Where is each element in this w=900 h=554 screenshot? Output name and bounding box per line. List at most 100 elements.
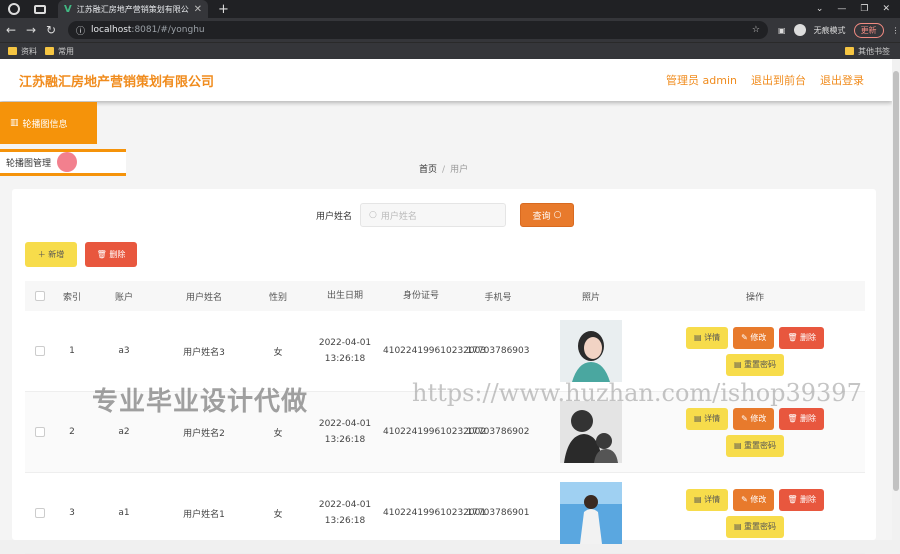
- edit-button[interactable]: ✎ 修改: [733, 326, 775, 349]
- cell-gender: 女: [273, 428, 283, 439]
- address-bar-row: ← → ↻ ⓘ localhost:8081/#/yonghu ☆ ▣ 无痕模式…: [0, 18, 900, 42]
- reset-password-button[interactable]: ▤ 重置密码: [725, 434, 785, 457]
- row-checkbox[interactable]: [35, 427, 45, 437]
- watermark-left: 专业毕业设计代做: [92, 387, 309, 417]
- back-icon[interactable]: ←: [2, 23, 20, 37]
- globe-icon[interactable]: [8, 3, 20, 15]
- close-window-icon[interactable]: ✕: [882, 4, 890, 14]
- search-input[interactable]: ○ 用户姓名: [360, 203, 507, 227]
- trash-icon: 🗑: [96, 250, 107, 259]
- grid-icon: ▥: [10, 118, 19, 128]
- watermark-right: https://www.huzhan.com/ishop39397: [412, 379, 862, 407]
- reset-password-button[interactable]: ▤ 重置密码: [725, 515, 785, 538]
- user-photo: [560, 482, 622, 544]
- cell-phone: 17703786901: [466, 508, 530, 518]
- reset-password-button[interactable]: ▤ 重置密码: [725, 353, 785, 376]
- cell-birth: 2022-04-01 13:26:18: [318, 500, 372, 526]
- query-button[interactable]: 查询 ○: [520, 203, 575, 227]
- col-phone: 手机号: [484, 292, 512, 303]
- url-bar[interactable]: ⓘ localhost:8081/#/yonghu ☆: [68, 21, 768, 39]
- bookmark-folder[interactable]: 常用: [45, 46, 74, 57]
- info-icon[interactable]: ⓘ: [76, 24, 85, 37]
- cell-account: a1: [118, 508, 130, 518]
- edit-button[interactable]: ✎ 修改: [733, 488, 775, 511]
- cell-index: 3: [69, 508, 75, 518]
- brand-title: 江苏融汇房地产营销策划有限公司: [19, 74, 215, 90]
- select-all-checkbox[interactable]: [35, 291, 45, 301]
- cell-id: 410224199610232003: [383, 346, 487, 356]
- cell-name: 用户姓名3: [183, 347, 225, 358]
- browser-tab[interactable]: V 江苏融汇房地产营销策划有限公司 ✕: [58, 0, 208, 18]
- cell-name: 用户姓名1: [183, 509, 225, 520]
- browser-tab-strip: V 江苏融汇房地产营销策划有限公司 ✕ + ⌄ — ❐ ✕: [0, 0, 900, 18]
- vue-icon: V: [64, 3, 72, 15]
- row-checkbox[interactable]: [35, 346, 45, 356]
- url-path: :8081/#/yonghu: [131, 25, 205, 35]
- profile-label[interactable]: 无痕模式: [814, 25, 846, 36]
- search-label: 用户姓名: [316, 211, 353, 222]
- cell-id: 410224199610232002: [383, 427, 487, 437]
- window-icon[interactable]: [34, 4, 46, 14]
- search-icon: ○: [369, 210, 377, 220]
- page-scrollbar[interactable]: [892, 59, 900, 540]
- user-photo: [560, 320, 622, 382]
- col-name: 用户姓名: [185, 292, 222, 303]
- cell-id: 410224199610232001: [383, 508, 487, 518]
- folder-icon: [45, 47, 54, 55]
- cell-phone: 17703786902: [466, 427, 530, 437]
- detail-button[interactable]: ▤ 详情: [685, 488, 729, 511]
- col-id: 身份证号: [402, 291, 439, 301]
- col-actions: 操作: [745, 292, 764, 303]
- menu-dots-icon[interactable]: ⋮: [892, 26, 900, 35]
- url-host: localhost: [91, 25, 132, 35]
- col-photo: 照片: [581, 292, 600, 303]
- reload-icon[interactable]: ↻: [42, 23, 60, 37]
- other-bookmarks[interactable]: 其他书签: [845, 46, 890, 57]
- admin-label: 管理员 admin: [666, 74, 737, 87]
- table-row: 3 a1 用户姓名1 女 2022-04-01 13:26:18 4102241…: [25, 473, 865, 554]
- row-checkbox[interactable]: [35, 508, 45, 518]
- cell-account: a2: [118, 427, 130, 437]
- update-button[interactable]: 更新: [853, 22, 884, 38]
- click-indicator: [57, 152, 77, 172]
- close-tab-icon[interactable]: ✕: [194, 4, 202, 15]
- edit-button[interactable]: ✎ 修改: [733, 407, 775, 430]
- new-tab-icon[interactable]: +: [218, 2, 229, 17]
- sidepanel-icon[interactable]: ▣: [778, 26, 786, 35]
- batch-delete-button[interactable]: 🗑 删除: [85, 242, 137, 267]
- minimize-icon[interactable]: —: [837, 4, 846, 14]
- user-photo: [560, 401, 622, 463]
- incognito-avatar-icon: [793, 24, 806, 36]
- breadcrumb: 首页 / 用户: [419, 165, 469, 175]
- folder-icon: [8, 47, 17, 55]
- forward-icon[interactable]: →: [22, 23, 40, 37]
- tab-title: 江苏融汇房地产营销策划有限公司: [76, 4, 189, 14]
- breadcrumb-home[interactable]: 首页: [419, 165, 437, 175]
- col-gender: 性别: [268, 292, 287, 303]
- cell-index: 2: [69, 427, 75, 437]
- cell-phone: 17703786903: [466, 346, 530, 356]
- search-form: 用户姓名 ○ 用户姓名 查询 ○: [316, 203, 575, 227]
- col-index: 索引: [62, 292, 81, 303]
- star-icon[interactable]: ☆: [752, 25, 760, 35]
- col-birth: 出生日期: [326, 291, 363, 301]
- add-button[interactable]: ＋ 新增: [25, 242, 77, 267]
- bookmark-folder[interactable]: 资料: [8, 46, 37, 57]
- delete-button[interactable]: 🗑 删除: [779, 488, 825, 511]
- restore-icon[interactable]: ❐: [860, 4, 868, 14]
- delete-button[interactable]: 🗑 删除: [779, 407, 825, 430]
- app-page: 江苏融汇房地产营销策划有限公司 管理员 admin 退出到前台 退出登录 ▥ 轮…: [0, 59, 900, 554]
- cell-gender: 女: [273, 509, 283, 520]
- cell-birth: 2022-04-01 13:26:18: [318, 419, 372, 445]
- detail-button[interactable]: ▤ 详情: [685, 326, 729, 349]
- detail-button[interactable]: ▤ 详情: [685, 407, 729, 430]
- content-card: 用户姓名 ○ 用户姓名 查询 ○ ＋ 新增 🗑 删除 索引 账户 用户姓名 性别…: [12, 189, 876, 554]
- scrollbar-thumb[interactable]: [893, 71, 899, 491]
- logout-link[interactable]: 退出登录: [820, 72, 864, 88]
- delete-button[interactable]: 🗑 删除: [779, 326, 825, 349]
- chevron-down-icon[interactable]: ⌄: [816, 4, 824, 14]
- menu-group-carousel[interactable]: ▥ 轮播图信息: [0, 102, 97, 144]
- col-account: 账户: [114, 292, 133, 303]
- cell-account: a3: [118, 346, 130, 356]
- to-front-link[interactable]: 退出到前台: [751, 72, 806, 88]
